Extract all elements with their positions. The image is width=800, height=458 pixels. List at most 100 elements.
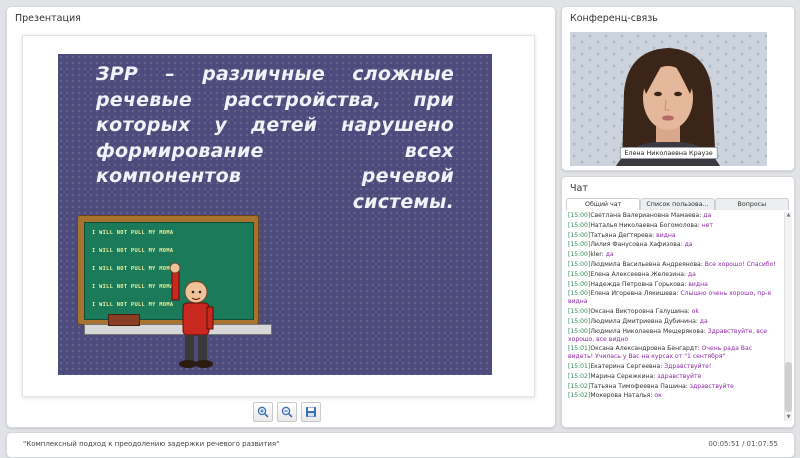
slide-line-5: компонентов речевой <box>96 164 454 190</box>
chat-message: [15:00]Людмила Дмитриевна Дубинина: да <box>568 318 780 326</box>
zoom-in-icon <box>257 406 269 418</box>
chat-tabs: Общий чат Список пользова... Вопросы <box>566 198 789 210</box>
slide-word: речевой <box>361 165 454 187</box>
message-time: [15:00] <box>568 241 591 249</box>
zoom-in-button[interactable] <box>253 402 273 422</box>
slide-line-1: ЗРР – различные сложные <box>96 62 454 88</box>
chat-message: [15:00]Татьяна Дегтярева: видна <box>568 232 780 240</box>
chalkboard-image: I WILL NOT PULL MY MOMA I WILL NOT PULL … <box>78 216 258 324</box>
slide-word: различные <box>202 63 325 85</box>
message-author: Светлана Валериановна Мамаева: <box>590 212 702 219</box>
slide-word: детей <box>250 114 318 136</box>
message-text: да <box>686 270 696 278</box>
scroll-up-icon[interactable]: ▲ <box>785 212 792 219</box>
chat-log: [15:00]Светлана Валериановна Мамаева: да… <box>568 212 780 422</box>
message-text: ok <box>689 308 699 316</box>
slide: ЗРР – различные сложные речевые расстрой… <box>58 54 492 375</box>
message-author: Людмила Дмитриевна Дубинина: <box>590 317 698 325</box>
message-time: [15:01] <box>568 363 591 371</box>
chat-message: [15:02]Марина Сережкина: здравствуйте <box>568 373 780 381</box>
message-author: Екатерина Сергеевна: <box>590 363 663 371</box>
message-text: видна <box>654 231 676 239</box>
slide-line-3: которых у детей нарушено <box>96 113 454 139</box>
presentation-panel: Презентация ЗРР – различные сложные рече… <box>6 6 556 428</box>
chat-message: [15:00]kler: да <box>568 251 780 259</box>
message-time: [15:00] <box>568 327 591 335</box>
message-time: [15:00] <box>568 290 591 298</box>
conference-panel: Конференц-связь Елена Николаевна Краузе <box>561 6 795 171</box>
chat-message: [15:00]Людмила Васильевна Андреянова: Вс… <box>568 261 780 269</box>
zoom-out-button[interactable] <box>277 402 297 422</box>
slide-word: – <box>165 63 175 85</box>
chalk-line: I WILL NOT PULL MY MOMA <box>92 248 174 254</box>
message-text: нет <box>699 221 713 229</box>
message-time: [15:00] <box>568 270 591 278</box>
chat-message: [15:00]Людмила Николаевна Мещерякова: Зд… <box>568 328 780 344</box>
save-button[interactable] <box>301 402 321 422</box>
slide-word: которых <box>96 114 191 136</box>
slide-word: компонентов <box>96 165 242 187</box>
slide-word: формирование <box>96 139 264 162</box>
message-author: Лилия Фанусовна Хафизова: <box>590 241 683 249</box>
message-author: Татьяна Дегтярева: <box>590 231 655 239</box>
slide-word: ЗРР <box>96 63 138 85</box>
slide-line-4: формирование всех <box>96 139 454 165</box>
scroll-thumb[interactable] <box>785 362 792 412</box>
chalk-line: I WILL NOT PULL MY MOMA <box>92 302 174 308</box>
chat-message: [15:00]Лилия Фанусовна Хафизова: да <box>568 241 780 249</box>
chat-message: [15:00]Светлана Валериановна Мамаева: да <box>568 212 780 220</box>
tab-user-list[interactable]: Список пользова... <box>640 198 715 210</box>
chat-title: Чат <box>570 183 588 194</box>
message-time: [15:02] <box>568 392 591 400</box>
tab-questions[interactable]: Вопросы <box>714 198 789 210</box>
message-text: ок <box>652 392 662 400</box>
chalk-line: I WILL NOT PULL MY MOMA <box>92 230 174 236</box>
chat-message: [15:02]Мокерова Наталья: ок <box>568 392 780 400</box>
chat-message: [15:00]Оксана Викторовна Галушина: ok <box>568 308 780 316</box>
message-author: Марина Сережкина: <box>590 372 656 380</box>
chat-message: [15:00]Надежда Петровна Горькова: видна <box>568 281 780 289</box>
boy-cartoon-image <box>170 262 214 368</box>
message-time: [15:00] <box>568 260 591 268</box>
conference-title: Конференц-связь <box>570 13 658 24</box>
message-text: Все хорошо! Спасибо! <box>702 260 776 268</box>
message-author: Людмила Васильевна Андреянова: <box>590 260 703 268</box>
slide-word: системы. <box>352 190 454 213</box>
scroll-down-icon[interactable]: ▼ <box>785 414 792 421</box>
playback-time: 00:05:51 / 01:07:55 <box>708 440 778 448</box>
slide-word: у <box>214 114 227 136</box>
slide-line-2: речевые расстройства, при <box>96 88 454 114</box>
presentation-title: Презентация <box>15 13 81 24</box>
slide-word: речевые <box>96 88 192 111</box>
chalk-line: I WILL NOT PULL MY MOMA <box>92 284 174 290</box>
eraser-image <box>108 314 140 326</box>
message-author: Людмила Николаевна Мещерякова: <box>590 327 706 335</box>
course-title: "Комплексный подход к преодолению задерж… <box>23 440 280 448</box>
message-time: [15:00] <box>568 251 591 259</box>
message-text: да <box>603 251 614 259</box>
message-time: [15:02] <box>568 372 591 380</box>
chat-message: [15:02]Татьяна Тимофеевна Пашина: здравс… <box>568 383 780 391</box>
chalkboard-surface: I WILL NOT PULL MY MOMA I WILL NOT PULL … <box>84 222 254 320</box>
message-text: да <box>682 241 693 249</box>
message-text: видна <box>686 280 708 288</box>
tab-general-chat[interactable]: Общий чат <box>566 198 641 210</box>
message-author: Оксана Викторовна Галушина: <box>590 308 690 316</box>
slide-word: всех <box>404 139 454 162</box>
message-author: Наталья Николаевна Богомолова: <box>590 221 700 229</box>
message-text: здравствуйте <box>687 382 734 390</box>
message-time: [15:00] <box>568 308 591 316</box>
message-time: [15:00] <box>568 212 591 219</box>
message-text: Здравствуйте! <box>662 363 712 371</box>
message-time: [15:00] <box>568 221 591 229</box>
message-time: [15:00] <box>568 280 591 288</box>
message-author: Елена Игоревна Лякишева: <box>590 290 679 298</box>
message-text: да <box>697 317 708 325</box>
message-text: здравствуйте <box>655 372 702 380</box>
chat-scrollbar[interactable]: ▲ ▼ <box>784 212 792 421</box>
chat-message: [15:00]Елена Алексеевна Железина: да <box>568 271 780 279</box>
zoom-out-icon <box>281 406 293 418</box>
presentation-toolbar <box>253 402 321 422</box>
message-text: да <box>701 212 712 219</box>
footer-bar: "Комплексный подход к преодолению задерж… <box>6 432 795 458</box>
